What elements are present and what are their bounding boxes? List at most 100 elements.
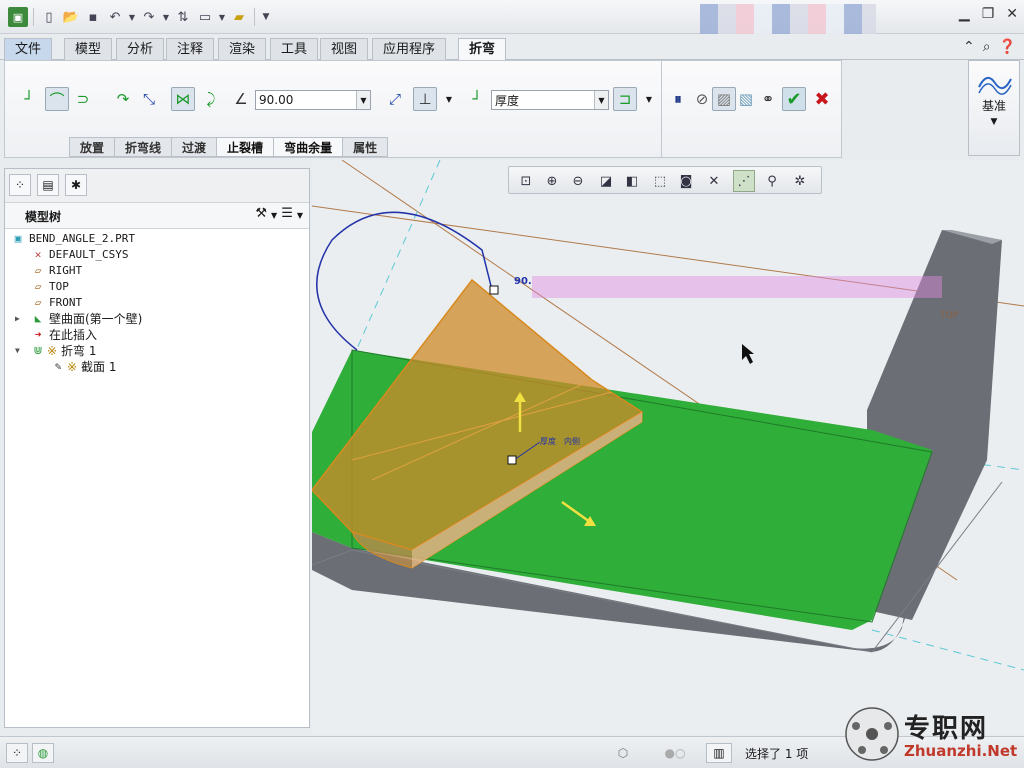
close-window-icon[interactable]: ▰: [229, 7, 249, 27]
new-icon[interactable]: ▯: [39, 7, 59, 27]
undo-dropdown-icon[interactable]: ▼: [127, 7, 137, 27]
view-manager-icon[interactable]: ◙: [675, 170, 697, 192]
bend-partial-icon[interactable]: ⤸: [199, 87, 223, 111]
show-browser-icon[interactable]: ◍: [32, 743, 54, 763]
windows-icon[interactable]: ▭: [195, 7, 215, 27]
cancel-icon[interactable]: ✖: [810, 87, 834, 111]
spin-center-icon[interactable]: ✲: [789, 170, 811, 192]
model-tree-tab-icon[interactable]: ⁘: [9, 174, 31, 196]
collapse-icon[interactable]: ▼: [15, 343, 25, 359]
tab-render[interactable]: 渲染: [218, 38, 267, 60]
zoom-out-icon[interactable]: ⊖: [567, 170, 589, 192]
repaint-icon[interactable]: ◪: [595, 170, 617, 192]
tree-show-icon[interactable]: ☰: [281, 206, 293, 226]
flip-angle-icon[interactable]: ⤢: [383, 87, 407, 111]
refit-icon[interactable]: ⊡: [515, 170, 537, 192]
pause-icon[interactable]: ⏸: [666, 87, 690, 111]
tree-node-top[interactable]: ▱ TOP: [5, 279, 309, 295]
subtab-relief[interactable]: 止裂槽: [216, 137, 274, 157]
datum-button[interactable]: 基准 ▼: [968, 60, 1020, 156]
datum-display-icon[interactable]: ⋰: [733, 170, 755, 192]
flip-bend-side-icon[interactable]: ↷: [111, 87, 135, 111]
tab-annotate[interactable]: 注释: [166, 38, 215, 60]
tree-node-right[interactable]: ▱ RIGHT: [5, 263, 309, 279]
thickness-dropdown-icon[interactable]: ▼: [594, 91, 608, 109]
tab-applications[interactable]: 应用程序: [372, 38, 447, 60]
subtab-properties[interactable]: 属性: [342, 137, 389, 157]
tree-node-label: 在此插入: [49, 328, 98, 342]
close-icon[interactable]: ✕: [1006, 6, 1018, 22]
tab-bend[interactable]: 折弯: [458, 38, 507, 61]
bend-all-icon[interactable]: ⋈: [171, 87, 195, 111]
redo-icon[interactable]: ↷: [139, 7, 159, 27]
accept-icon[interactable]: ✔: [782, 87, 806, 111]
tree-node-label: 折弯 1: [61, 344, 97, 358]
angle-value: 90.00: [259, 93, 294, 107]
tree-settings-icon[interactable]: ⚒: [255, 206, 267, 226]
expand-icon[interactable]: ▶: [15, 311, 25, 327]
bend-roll-icon[interactable]: ⌒: [45, 87, 69, 111]
bend-angle-icon[interactable]: ┘: [17, 87, 41, 111]
tree-node-section[interactable]: ✎ ※ 截面 1: [5, 359, 309, 375]
windows-dropdown-icon[interactable]: ▼: [217, 7, 227, 27]
display-style-icon[interactable]: ◧: [621, 170, 643, 192]
subtab-bend-line[interactable]: 折弯线: [114, 137, 172, 157]
verify-icon[interactable]: ▧: [734, 87, 758, 111]
tree-node-front[interactable]: ▱ FRONT: [5, 295, 309, 311]
tree-settings-dropdown-icon[interactable]: ▼: [271, 206, 277, 226]
sketch-icon: ✎: [54, 360, 62, 373]
glasses-icon[interactable]: ⚭: [756, 87, 780, 111]
customize-icon[interactable]: ▼: [260, 7, 272, 27]
zoom-in-icon[interactable]: ⊕: [541, 170, 563, 192]
save-icon[interactable]: ▪: [83, 7, 103, 27]
redo-dropdown-icon[interactable]: ▼: [161, 7, 171, 27]
radius-side-dropdown-icon[interactable]: ▼: [637, 87, 661, 111]
undo-icon[interactable]: ↶: [105, 7, 125, 27]
tree-show-dropdown-icon[interactable]: ▼: [297, 206, 303, 226]
preview-icon[interactable]: ▨: [712, 87, 736, 111]
radius-side-icon[interactable]: ⊐: [613, 87, 637, 111]
restore-icon[interactable]: ❐: [982, 6, 995, 22]
tab-tools[interactable]: 工具: [270, 38, 319, 60]
tree-node-csys[interactable]: ✕ DEFAULT_CSYS: [5, 247, 309, 263]
tab-view[interactable]: 视图: [320, 38, 369, 60]
subtab-bend-allowance[interactable]: 弯曲余量: [273, 137, 343, 157]
app-icon[interactable]: ▣: [8, 7, 28, 27]
minimize-icon[interactable]: ▁: [959, 6, 970, 22]
tab-file[interactable]: 文件: [4, 38, 53, 60]
dimension-type-dropdown-icon[interactable]: ▼: [437, 87, 461, 111]
show-navigator-icon[interactable]: ⁘: [6, 743, 28, 763]
perspective-icon[interactable]: ✕: [703, 170, 725, 192]
progress-dots-icon: ●○: [664, 746, 686, 760]
folder-browser-tab-icon[interactable]: ▤: [37, 174, 59, 196]
collapse-ribbon-icon[interactable]: ⌃: [963, 39, 975, 55]
quick-access-toolbar: ▣ ▯ 📂 ▪ ↶ ▼ ↷ ▼ ⇅ ▭ ▼ ▰ ▼: [8, 6, 272, 28]
model-tree-title: 模型树: [25, 210, 62, 224]
graphics-viewport[interactable]: 90. TOP 厚度 内侧: [312, 160, 1024, 734]
search-icon[interactable]: ⌕: [983, 39, 991, 55]
flip-fixed-side-icon[interactable]: ⤡: [137, 87, 161, 111]
tree-node-insert-here[interactable]: ➜ 在此插入: [5, 327, 309, 343]
subtab-transition[interactable]: 过渡: [171, 137, 217, 157]
subtab-placement[interactable]: 放置: [69, 137, 115, 157]
model-graphic[interactable]: 90. TOP 厚度 内侧: [312, 160, 1024, 734]
annotation-display-icon[interactable]: ⚲: [761, 170, 783, 192]
no-preview-icon[interactable]: ⊘: [690, 87, 714, 111]
tab-analysis[interactable]: 分析: [116, 38, 165, 60]
tree-node-part[interactable]: ▣ BEND_ANGLE_2.PRT: [5, 231, 309, 247]
thickness-field[interactable]: 厚度 ▼: [491, 90, 609, 110]
bend-type-icon[interactable]: ⊃: [71, 87, 95, 111]
datum-dropdown-icon[interactable]: ▼: [969, 117, 1019, 127]
regenerate-icon[interactable]: ⇅: [173, 7, 193, 27]
open-icon[interactable]: 📂: [61, 7, 81, 27]
tree-node-bend[interactable]: ▼ ⋓ ※ 折弯 1: [5, 343, 309, 359]
tab-model[interactable]: 模型: [64, 38, 113, 60]
help-icon[interactable]: ❓: [999, 39, 1016, 55]
saved-orientations-icon[interactable]: ⬚: [649, 170, 671, 192]
selection-filter-icon[interactable]: ▥: [706, 743, 732, 763]
tree-node-wall[interactable]: ▶ ◣ 壁曲面(第一个壁): [5, 311, 309, 327]
angle-value-field[interactable]: 90.00 ▼: [255, 90, 371, 110]
angle-dropdown-icon[interactable]: ▼: [356, 91, 370, 109]
dimension-type-icon[interactable]: ⊥: [413, 87, 437, 111]
favorites-tab-icon[interactable]: ✱: [65, 174, 87, 196]
